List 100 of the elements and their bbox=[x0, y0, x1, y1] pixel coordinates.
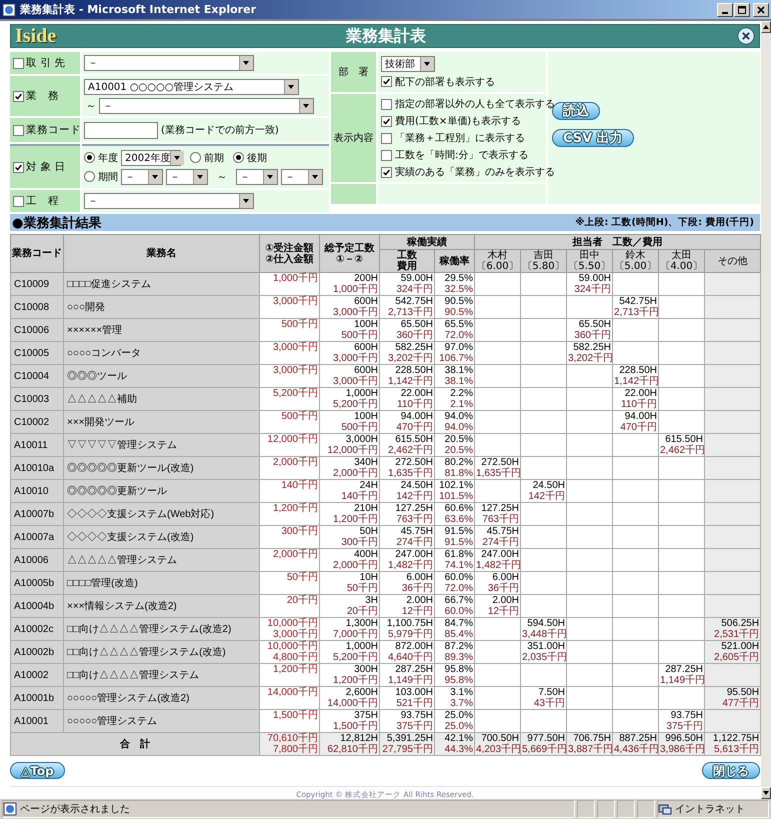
cell-value: 38.1% bbox=[444, 376, 473, 387]
table-cell: C10006 bbox=[14, 324, 50, 336]
radio-button[interactable] bbox=[84, 171, 95, 182]
caret-icon bbox=[239, 194, 253, 208]
cell-value: 351.00H bbox=[526, 641, 565, 652]
cell-value: 1,200千円 bbox=[332, 675, 378, 686]
cell-value: 127.25H bbox=[480, 503, 519, 514]
cell-value: 50H bbox=[360, 526, 378, 537]
cell-value: 594.50H bbox=[526, 618, 565, 629]
dropdown[interactable]: － bbox=[99, 98, 314, 114]
cell-value: 140千円 bbox=[280, 480, 318, 491]
table-cell: A10002c bbox=[14, 624, 54, 634]
table-cell: A10007a bbox=[14, 532, 54, 542]
cell-value: 600H bbox=[353, 342, 378, 353]
checkbox[interactable] bbox=[13, 196, 24, 206]
cell-value: 4,640千円 bbox=[386, 652, 433, 663]
cell-value: 44.3% bbox=[444, 744, 473, 755]
maximize-icon bbox=[737, 4, 747, 14]
cell-value: 3,448千円 bbox=[522, 629, 565, 640]
cell-value: 63.6% bbox=[444, 514, 473, 525]
cell-value: 2.1% bbox=[449, 399, 473, 410]
cell-value: 61.8% bbox=[444, 549, 473, 560]
radio-button[interactable] bbox=[84, 152, 95, 163]
cell-value: 85.4% bbox=[444, 629, 473, 640]
checkbox[interactable] bbox=[381, 166, 392, 178]
cell-value: 3,000千円 bbox=[332, 307, 378, 318]
table-cell: ◎◎◎◎◎更新ツール bbox=[67, 486, 167, 496]
cell-value: 24H bbox=[360, 480, 378, 491]
table-cell: A10001 bbox=[14, 716, 48, 726]
cell-value: 521.00H bbox=[720, 641, 760, 652]
cell-value: 763千円 bbox=[481, 514, 519, 525]
minimize-button[interactable] bbox=[717, 2, 733, 16]
zone-text: イントラネット bbox=[675, 803, 745, 816]
table-cell: □□向け△△△△管理システム(改造) bbox=[67, 646, 226, 658]
table-cell: C10005 bbox=[14, 348, 50, 358]
cell-value: 506.25H bbox=[720, 618, 760, 629]
close-button[interactable] bbox=[753, 2, 769, 16]
checkbox[interactable] bbox=[13, 58, 24, 68]
cell-value: 3,000千円 bbox=[332, 353, 378, 364]
cell-value: 42.1% bbox=[444, 733, 473, 744]
dropdown[interactable]: － bbox=[84, 55, 254, 71]
close-icon bbox=[756, 4, 766, 14]
cell-value: 1,122.75H bbox=[712, 733, 760, 744]
checkbox[interactable] bbox=[13, 90, 24, 102]
up-arrow-icon bbox=[762, 23, 770, 31]
column-header: 〔5.00〕 bbox=[613, 261, 658, 272]
cell-value: 3,000千円 bbox=[272, 296, 318, 307]
cell-value: 470千円 bbox=[619, 422, 657, 433]
cell-value: 20.5% bbox=[444, 434, 473, 445]
input-hint: (業務コードでの前方一致) bbox=[161, 124, 279, 137]
cell-value: 25.0% bbox=[444, 721, 473, 732]
cell-value: 110千円 bbox=[396, 399, 433, 410]
dropdown[interactable]: － bbox=[236, 168, 278, 184]
field-label: 部 署 bbox=[338, 66, 368, 79]
caret-icon bbox=[170, 150, 184, 164]
table-cell: □□向け△△△△管理システム bbox=[67, 670, 200, 680]
close-icon[interactable] bbox=[737, 27, 755, 45]
column-header: 工数 bbox=[396, 250, 418, 261]
cell-value: 996.50H bbox=[664, 733, 703, 744]
cell-value: 43千円 bbox=[532, 698, 565, 709]
checkbox-label: 実績のある「業務」のみを表示する bbox=[395, 166, 555, 179]
radio-button[interactable] bbox=[233, 152, 244, 163]
checkbox[interactable] bbox=[13, 162, 24, 172]
dropdown[interactable]: 技術部 bbox=[381, 56, 435, 72]
cell-value: 2,713千円 bbox=[386, 307, 433, 318]
column-header: 〔4.00〕 bbox=[659, 261, 704, 272]
cell-value: 1,200千円 bbox=[272, 503, 318, 514]
cell-value: 72.0% bbox=[444, 330, 473, 341]
cell-value: 3H bbox=[365, 595, 378, 606]
checkbox[interactable] bbox=[381, 150, 392, 160]
dropdown[interactable]: － bbox=[166, 168, 208, 184]
dropdown[interactable]: A10001 ○○○○○管理システム bbox=[84, 78, 299, 94]
cell-value: 4,800千円 bbox=[272, 652, 318, 663]
cell-value: 89.3% bbox=[444, 652, 473, 663]
column-group-header: 担当者 工数／費用 bbox=[572, 236, 663, 248]
cell-value: 50千円 bbox=[346, 583, 378, 594]
code-input-field[interactable] bbox=[84, 122, 158, 138]
caret-icon bbox=[263, 170, 277, 184]
cell-value: 95.8% bbox=[444, 675, 473, 686]
dropdown[interactable]: － bbox=[281, 168, 323, 184]
caret-icon bbox=[308, 170, 322, 184]
table-cell: A10002 bbox=[14, 670, 48, 680]
cell-value: 3,202千円 bbox=[386, 353, 433, 364]
radio-button[interactable] bbox=[190, 152, 201, 163]
table-cell: A10002b bbox=[14, 646, 54, 658]
cell-value: 615.50H bbox=[664, 434, 703, 445]
cell-value: 2,531千円 bbox=[713, 629, 760, 640]
intranet-icon bbox=[658, 802, 672, 816]
dropdown[interactable]: 2002年度 bbox=[121, 150, 181, 166]
checkbox[interactable] bbox=[381, 98, 392, 110]
cell-value: 375H bbox=[353, 710, 378, 721]
dropdown[interactable]: － bbox=[121, 168, 163, 184]
checkbox[interactable] bbox=[13, 124, 24, 136]
checkbox[interactable] bbox=[381, 132, 392, 144]
dropdown[interactable]: － bbox=[84, 193, 254, 209]
checkbox[interactable] bbox=[381, 116, 392, 126]
cell-value: 2,462千円 bbox=[660, 445, 703, 456]
checkbox[interactable] bbox=[381, 76, 392, 87]
column-header: 〔5.50〕 bbox=[567, 261, 612, 272]
maximize-button[interactable] bbox=[734, 2, 750, 16]
